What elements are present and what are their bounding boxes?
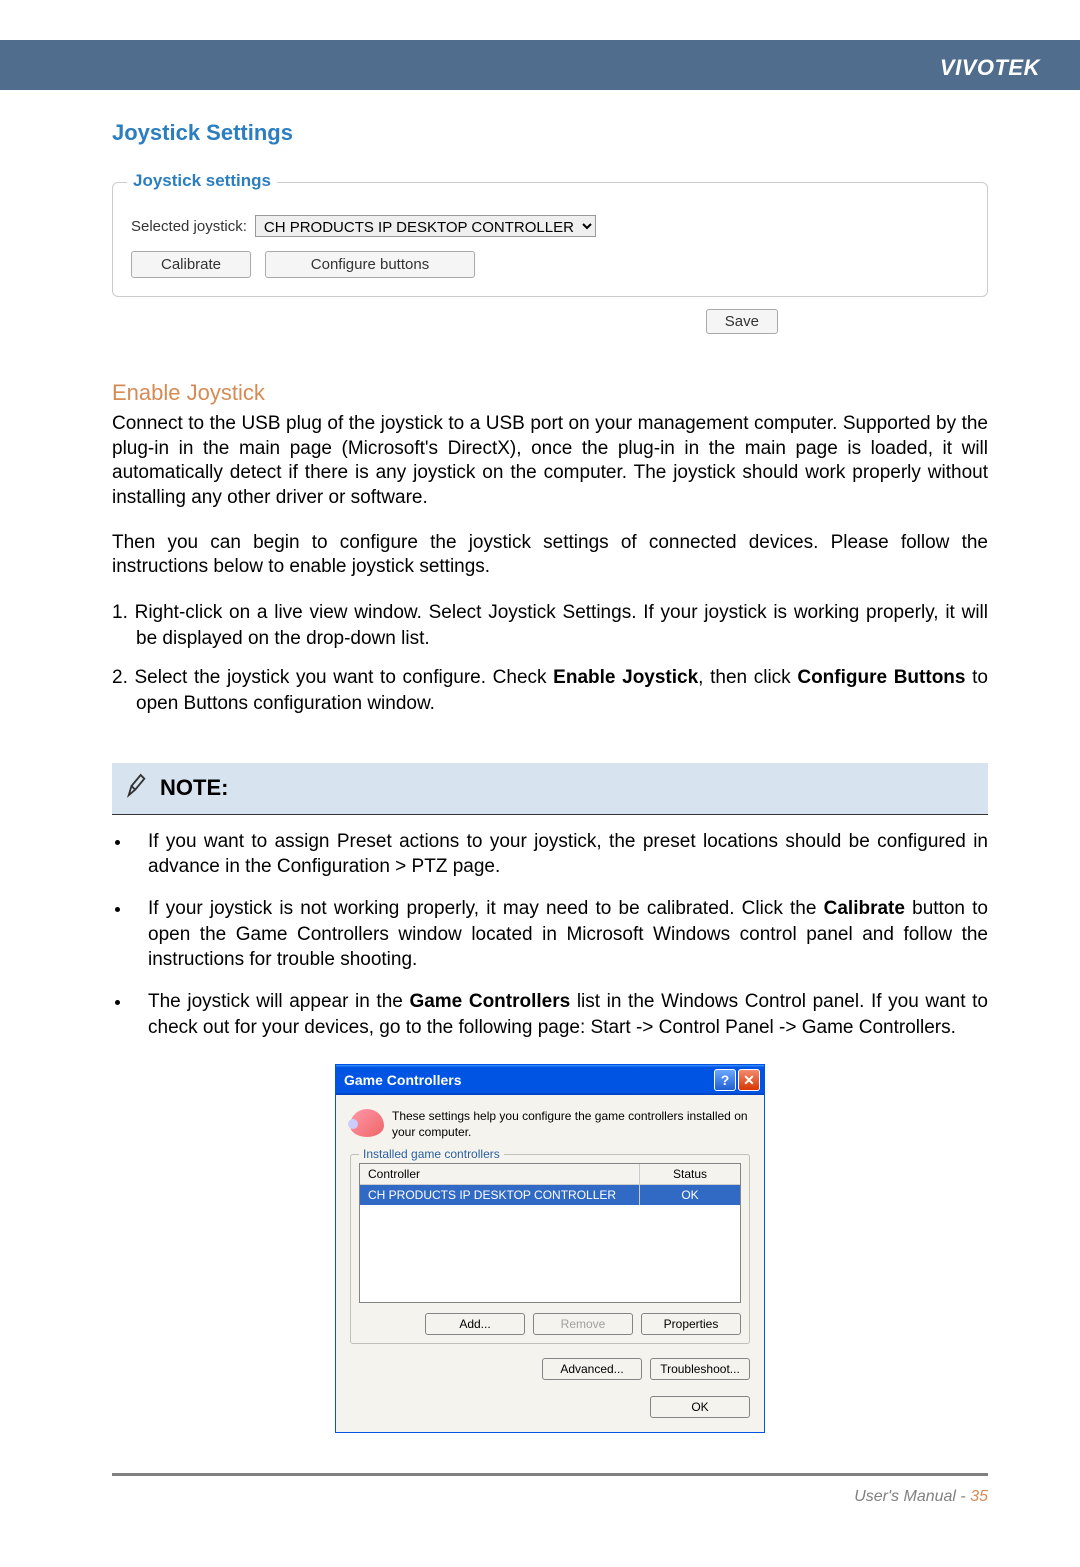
- footer-page-number: 35: [970, 1488, 988, 1505]
- step-2: 2. Select the joystick you want to confi…: [112, 665, 988, 716]
- col-status: Status: [640, 1164, 740, 1184]
- selected-joystick-label: Selected joystick:: [131, 218, 247, 235]
- paragraph-2: Then you can begin to configure the joys…: [112, 531, 988, 580]
- pencil-icon: [126, 773, 148, 804]
- footer-label: User's Manual -: [854, 1488, 970, 1505]
- advanced-button[interactable]: Advanced...: [542, 1358, 642, 1380]
- joystick-settings-fieldset: Joystick settings Selected joystick: CH …: [112, 182, 988, 297]
- step-1: 1. Right-click on a live view window. Se…: [112, 600, 988, 651]
- configure-buttons-button[interactable]: Configure buttons: [265, 251, 475, 278]
- selected-joystick-dropdown[interactable]: CH PRODUCTS IP DESKTOP CONTROLLER: [255, 215, 596, 237]
- troubleshoot-button[interactable]: Troubleshoot...: [650, 1358, 750, 1380]
- enable-joystick-heading: Enable Joystick: [112, 380, 988, 406]
- note-bullet-3: The joystick will appear in the Game Con…: [132, 989, 988, 1040]
- fieldset-legend: Joystick settings: [127, 171, 277, 191]
- list-header: Controller Status: [360, 1164, 740, 1185]
- installed-legend: Installed game controllers: [359, 1147, 504, 1161]
- save-button[interactable]: Save: [706, 309, 778, 334]
- note-bullet-2: If your joystick is not working properly…: [132, 896, 988, 973]
- dialog-title: Game Controllers: [344, 1072, 712, 1088]
- bullet2-bold: Calibrate: [824, 898, 905, 919]
- dialog-description: These settings help you configure the ga…: [392, 1109, 750, 1140]
- remove-button[interactable]: Remove: [533, 1313, 633, 1335]
- help-icon[interactable]: ?: [714, 1069, 736, 1091]
- installed-controllers-fieldset: Installed game controllers Controller St…: [350, 1154, 750, 1344]
- footer: User's Manual - 35: [0, 1476, 1080, 1506]
- step2-pre: 2. Select the joystick you want to confi…: [112, 667, 553, 688]
- brand-label: VIVOTEK: [940, 55, 1040, 81]
- calibrate-button[interactable]: Calibrate: [131, 251, 251, 278]
- list-row-selected[interactable]: CH PRODUCTS IP DESKTOP CONTROLLER OK: [360, 1185, 740, 1205]
- note-title: NOTE:: [160, 775, 228, 801]
- properties-button[interactable]: Properties: [641, 1313, 741, 1335]
- header-band: VIVOTEK: [0, 40, 1080, 90]
- bullet3-bold: Game Controllers: [409, 991, 570, 1012]
- game-controllers-dialog: Game Controllers ? ✕ These settings help…: [335, 1064, 765, 1433]
- paragraph-1: Connect to the USB plug of the joystick …: [112, 412, 988, 511]
- section-title: Joystick Settings: [112, 120, 988, 146]
- col-controller: Controller: [360, 1164, 640, 1184]
- add-button[interactable]: Add...: [425, 1313, 525, 1335]
- row-status: OK: [640, 1185, 740, 1205]
- bullet2-pre: If your joystick is not working properly…: [148, 898, 824, 919]
- ok-button[interactable]: OK: [650, 1396, 750, 1418]
- row-controller: CH PRODUCTS IP DESKTOP CONTROLLER: [360, 1185, 640, 1205]
- step2-bold2: Configure Buttons: [797, 667, 965, 688]
- note-header: NOTE:: [112, 763, 988, 815]
- step2-mid: , then click: [698, 667, 797, 688]
- note-bullet-1: If you want to assign Preset actions to …: [132, 829, 988, 880]
- close-icon[interactable]: ✕: [738, 1069, 760, 1091]
- bullet3-pre: The joystick will appear in the: [148, 991, 409, 1012]
- joystick-icon: [350, 1109, 384, 1137]
- controllers-list[interactable]: Controller Status CH PRODUCTS IP DESKTOP…: [359, 1163, 741, 1303]
- step2-bold1: Enable Joystick: [553, 667, 698, 688]
- dialog-titlebar[interactable]: Game Controllers ? ✕: [336, 1065, 764, 1095]
